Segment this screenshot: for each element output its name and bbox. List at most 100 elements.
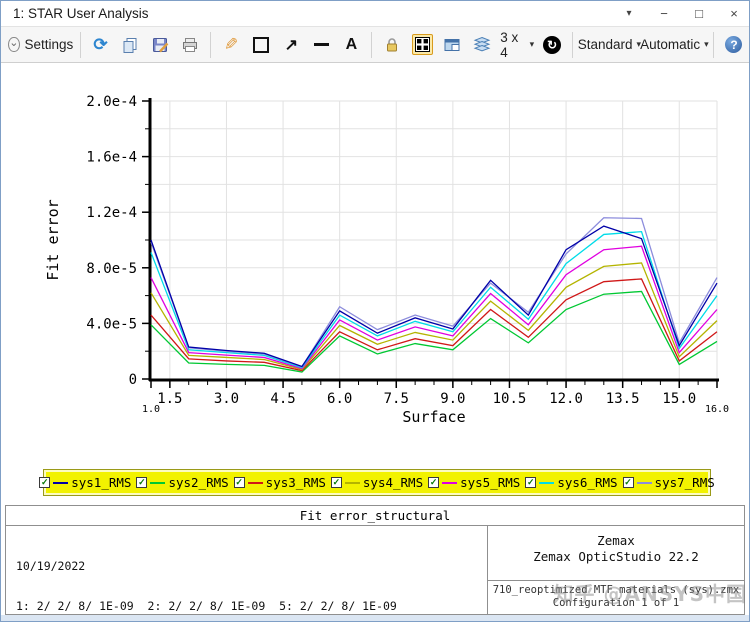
results-line: 1: 2/ 2/ 8/ 1E-09 2: 2/ 2/ 8/ 1E-09 5: 2… [16,599,397,614]
print-button[interactable] [175,31,205,59]
window-menu-caret-icon[interactable]: ▾ [620,8,638,19]
refresh-icon: ⟳ [93,34,108,54]
legend-swatch-sys3 [247,481,263,484]
chevron-down-icon: ⌄ [8,37,20,52]
svg-text:10.5: 10.5 [493,391,527,407]
legend-checkbox-sys2[interactable]: ✓ [136,477,148,488]
legend-item-sys5: ✓ sys5_RMS [428,475,520,490]
lock-button[interactable] [377,31,407,59]
legend-checkbox-sys4[interactable]: ✓ [330,477,342,488]
legend-checkbox-sys3[interactable]: ✓ [233,477,245,488]
file-block: 710_reoptimized MTF materials (sys).zmx … [488,580,744,614]
results-date: 10/19/2022 [16,558,86,573]
series-legend: ✓ sys1_RMS ✓ sys2_RMS ✓ sys3_RMS ✓ sys4_… [39,469,715,496]
legend-checkbox-sys6[interactable]: ✓ [525,477,537,488]
save-icon [153,37,169,52]
svg-text:7.5: 7.5 [384,391,409,407]
display-mode-value: Standard [577,37,633,52]
arrow-tool-button[interactable]: ↗ [276,31,306,59]
legend-label-sys7: sys7_RMS [654,475,715,490]
legend-swatch-sys5 [442,481,458,484]
grid-layout-dropdown[interactable]: 3 x 4 ▾ [497,29,537,60]
pencil-tool-button[interactable]: ✎ [216,31,246,59]
legend-swatch-sys7 [636,481,652,484]
scale-mode-value: Automatic [640,37,701,52]
svg-text:Surface: Surface [402,408,465,426]
legend-checkbox-sys7[interactable]: ✓ [622,477,634,488]
svg-text:13.5: 13.5 [606,391,640,407]
legend-swatch-sys6 [539,481,555,484]
svg-text:Fit error: Fit error [44,199,62,280]
window-controls: ▾ − □ × [620,1,743,26]
legend-label-sys4: sys4_RMS [362,475,424,490]
legend-checkbox-sys5[interactable]: ✓ [428,477,440,488]
svg-text:0: 0 [129,372,137,388]
brand-name: Zemax [597,533,635,548]
rectangle-tool-button[interactable] [246,31,276,59]
results-header: Fit error_structural [6,506,744,526]
legend-label-sys6: sys6_RMS [557,475,618,490]
legend-swatch-sys4 [344,481,360,484]
svg-text:12.0: 12.0 [549,391,583,407]
refresh-button[interactable]: ⟳ [85,31,115,59]
legend-item-sys6: ✓ sys6_RMS [525,475,618,490]
legend-label-sys3: sys3_RMS [265,475,326,490]
chart-canvas: 0 4.0e-5 8.0e-5 1.2e-4 1.6e-4 2.0e-4 1.5 3.0 4.5… [44,94,729,426]
split-view-active-frame [411,34,433,55]
legend-swatch-sys1 [53,481,69,484]
grid-layout-value: 3 x 4 [500,29,519,60]
layers-icon [473,36,491,51]
settings-label: Settings [24,37,74,52]
settings-button[interactable]: ⌄ Settings [7,31,75,59]
line-icon [313,43,329,46]
svg-text:8.0e-5: 8.0e-5 [86,261,137,277]
svg-text:16.0: 16.0 [705,404,729,415]
line-tool-button[interactable] [306,31,336,59]
series-line-sys5_RMS [150,245,718,370]
legend-label-sys1: sys1_RMS [71,475,132,490]
info-panel: Zemax Zemax OpticStudio 22.2 710_reoptim… [487,526,744,614]
save-button[interactable] [145,31,175,59]
window-bottom-strip [1,615,749,621]
text-icon: A [345,35,358,53]
rotate-button[interactable]: ↻ [537,31,567,59]
print-icon [183,37,198,52]
legend-label-sys2: sys2_RMS [168,475,229,490]
text-tool-button[interactable]: A [336,31,366,59]
svg-text:4.0e-5: 4.0e-5 [86,316,137,332]
toolbar-separator [210,31,212,58]
file-name: 710_reoptimized MTF materials (sys).zmx [492,584,740,596]
chevron-down-icon: ▾ [704,39,709,49]
legend-swatch-sys2 [150,481,166,484]
minimize-button[interactable]: − [655,6,673,21]
pencil-icon: ✎ [224,34,239,54]
title-bar: 1: STAR User Analysis ▾ − □ × [1,1,749,27]
star-user-analysis-window: 1: STAR User Analysis ▾ − □ × ⌄ Settings… [0,0,750,622]
svg-text:15.0: 15.0 [662,391,696,407]
copy-button[interactable] [115,31,145,59]
close-button[interactable]: × [725,6,743,21]
svg-text:3.0: 3.0 [214,391,239,407]
toolbar-separator [713,31,714,58]
toolbar-separator [79,31,81,58]
svg-text:2.0e-4: 2.0e-4 [86,94,137,110]
help-button[interactable]: ? [719,31,749,59]
window-view-button[interactable] [437,31,467,59]
copy-icon [123,37,137,53]
svg-text:1.5: 1.5 [157,391,182,407]
legend-item-sys4: ✓ sys4_RMS [330,475,424,490]
svg-text:4.5: 4.5 [270,391,295,407]
legend-checkbox-sys1[interactable]: ✓ [39,477,51,488]
layers-button[interactable] [467,31,497,59]
display-mode-dropdown[interactable]: Standard ▾ [578,31,641,59]
maximize-button[interactable]: □ [690,6,708,21]
scale-mode-dropdown[interactable]: Automatic ▾ [640,31,709,59]
chevron-down-icon: ▾ [529,39,535,49]
fit-error-chart: 0 4.0e-5 8.0e-5 1.2e-4 1.6e-4 2.0e-4 1.5 3.0 4.5… [1,63,749,469]
results-body: 10/19/2022 1: 2/ 2/ 8/ 1E-09 2: 2/ 2/ 8/… [6,526,744,614]
split-view-button[interactable] [407,31,437,59]
svg-text:1.0: 1.0 [142,404,160,415]
window-title: 1: STAR User Analysis [13,6,149,21]
results-panel: Fit error_structural 10/19/2022 1: 2/ 2/… [5,505,745,615]
toolbar-separator [371,31,373,58]
